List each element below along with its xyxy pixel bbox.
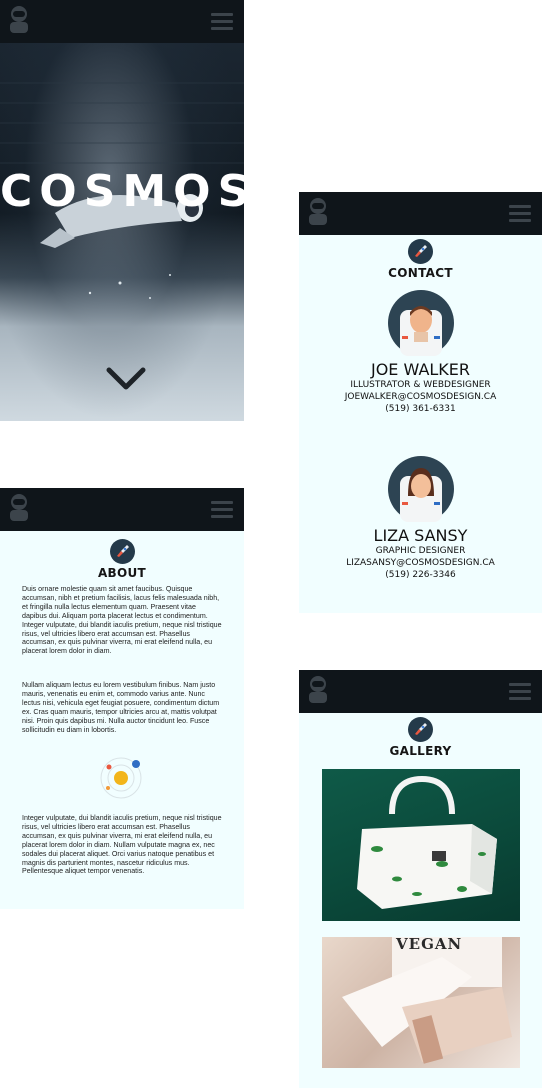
contact-phone-link[interactable]: (519) 226-3346 xyxy=(299,569,542,581)
contact-card: JOE WALKER ILLUSTRATOR & WEBDESIGNER JOE… xyxy=(299,290,542,415)
solar-system-icon xyxy=(100,757,142,799)
menu-icon[interactable] xyxy=(211,501,233,518)
top-bar xyxy=(0,488,244,531)
about-screen: ABOUT Duis ornare molestie quam sit amet… xyxy=(0,488,244,909)
section-title: ABOUT xyxy=(97,566,147,580)
menu-icon[interactable] xyxy=(509,683,531,700)
about-paragraph: Nullam aliquam lectus eu lorem vestibulu… xyxy=(22,681,220,734)
hero-screen: COSMOS xyxy=(0,0,244,421)
gallery-photo[interactable] xyxy=(322,769,520,921)
top-bar xyxy=(299,670,542,713)
contact-phone-link[interactable]: (519) 361-6331 xyxy=(299,403,542,415)
astronaut-portrait-icon xyxy=(387,290,454,356)
gallery-photo[interactable]: VEGAN xyxy=(322,937,520,1068)
gallery-header: GALLERY xyxy=(299,717,542,758)
avatar-icon[interactable] xyxy=(306,675,330,708)
gallery-screen: GALLERY VEGAN xyxy=(299,670,542,1088)
magazine-cover-text: VEGAN xyxy=(396,937,463,953)
section-title: CONTACT xyxy=(388,266,453,280)
contact-screen: CONTACT JOE WALKER ILLUSTRATOR & WEBDESI… xyxy=(299,192,542,613)
contact-role: GRAPHIC DESIGNER xyxy=(375,546,466,556)
rocket-icon xyxy=(408,239,433,264)
contact-name: JOE WALKER xyxy=(370,360,471,379)
hero-background-image xyxy=(0,43,244,421)
rocket-icon xyxy=(109,539,135,564)
top-bar xyxy=(0,0,244,43)
top-bar xyxy=(299,192,542,235)
about-paragraph: Integer vulputate, dui blandit iaculis p… xyxy=(22,814,222,876)
rocket-icon xyxy=(408,717,433,742)
menu-icon[interactable] xyxy=(211,13,233,30)
contact-email-link[interactable]: JOEWALKER@COSMOSDESIGN.CA xyxy=(299,391,542,403)
contact-name: LIZA SANSY xyxy=(373,526,468,545)
avatar-icon[interactable] xyxy=(7,5,31,38)
about-header: ABOUT xyxy=(0,539,244,580)
section-title: GALLERY xyxy=(389,744,452,758)
contact-header: CONTACT xyxy=(299,239,542,280)
contact-email-link[interactable]: LIZASANSY@COSMOSDESIGN.CA xyxy=(299,557,542,569)
about-paragraph: Duis ornare molestie quam sit amet fauci… xyxy=(22,585,222,656)
hero-title: COSMOS xyxy=(0,166,244,217)
avatar-icon[interactable] xyxy=(306,197,330,230)
chevron-down-icon[interactable] xyxy=(106,366,146,392)
contact-role: ILLUSTRATOR & WEBDESIGNER xyxy=(350,380,491,390)
astronaut-portrait-icon xyxy=(387,456,454,522)
contact-card: LIZA SANSY GRAPHIC DESIGNER LIZASANSY@CO… xyxy=(299,456,542,581)
avatar-icon[interactable] xyxy=(7,493,31,526)
menu-icon[interactable] xyxy=(509,205,531,222)
